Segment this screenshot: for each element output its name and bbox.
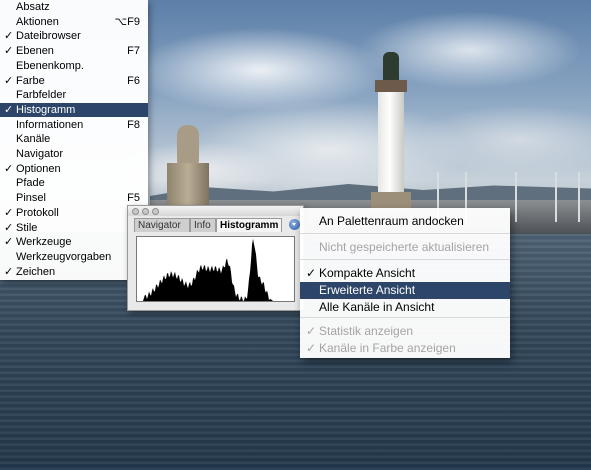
menu-item-label: Pfade [16,177,45,190]
histogram-shape [137,238,294,301]
menu-item-informationen[interactable]: Informationen F8 [0,118,148,132]
flyout-item-alle-kanäle-in-ansicht[interactable]: Alle Kanäle in Ansicht [300,299,510,316]
checkmark-icon: ✓ [306,324,317,338]
menu-item-kanäle[interactable]: Kanäle [0,132,148,146]
minimize-icon[interactable] [142,208,149,215]
window-menu: Absatz Aktionen ⌥F9 ✓ Dateibrowser ✓ Ebenen F7 E… [0,0,148,280]
menu-item-label: Werkzeuge [16,236,72,249]
menu-item-label: Absatz [16,1,50,13]
menu-item-farbfelder[interactable]: Farbfelder [0,88,148,102]
close-icon[interactable] [132,208,139,215]
menu-item-werkzeuge[interactable]: ✓ Werkzeuge [0,235,148,249]
checkmark-icon: ✓ [4,236,14,249]
tab-info[interactable]: Info [190,218,216,232]
menu-item-label: Pinsel [16,192,46,205]
menu-item-label: Aktionen [16,15,59,28]
menu-item-label: Ebenenkomp. [16,59,84,72]
checkmark-icon: ✓ [4,45,14,58]
menu-item-label: Stile [16,221,38,234]
menu-item-label: Farbe [16,74,45,87]
menu-item-pfade[interactable]: Pfade [0,176,148,190]
menu-item-label: Ebenen [16,45,54,58]
flyout-item-label: Erweiterte Ansicht [319,283,416,297]
tab-histogramm[interactable]: Histogramm [216,218,282,232]
boat-mast [555,172,557,222]
flyout-item-an-palettenraum-andocken[interactable]: An Palettenraum andocken [300,213,510,230]
flyout-item-label: Statistik anzeigen [319,324,414,338]
menu-item-label: Zeichen [16,265,56,278]
zoom-icon[interactable] [152,208,159,215]
flyout-item-kompakte-ansicht[interactable]: ✓ Kompakte Ansicht [300,265,510,282]
menu-item-ebenenkomp-[interactable]: Ebenenkomp. [0,59,148,73]
histogram-graph [137,238,294,301]
menu-item-aktionen[interactable]: Aktionen ⌥F9 [0,15,148,29]
palette-menu-icon[interactable] [289,219,300,230]
flyout-item-erweiterte-ansicht[interactable]: Erweiterte Ansicht [300,282,510,299]
menu-separator [300,259,510,260]
menu-separator [300,317,510,318]
histogram-palette: Navigator Info Histogramm [127,205,304,311]
palette-titlebar[interactable] [128,206,303,216]
menu-separator [300,233,510,234]
menu-item-label: Werkzeugvorgaben [16,250,112,263]
menu-item-shortcut: F6 [127,74,140,87]
boat-mast [515,172,517,222]
menu-item-label: Histogramm [16,103,76,116]
checkmark-icon: ✓ [306,341,317,355]
menu-item-ebenen[interactable]: ✓ Ebenen F7 [0,44,148,58]
checkmark-icon: ✓ [4,265,14,278]
menu-item-shortcut: ⌥F9 [114,15,140,28]
flyout-item-label: Alle Kanäle in Ansicht [319,300,435,314]
checkmark-icon: ✓ [4,162,14,175]
menu-item-shortcut: F8 [127,118,140,131]
palette-flyout-menu: An Palettenraum andocken Nicht gespeicher… [300,208,510,358]
flyout-item-label: Nicht gespeicherte aktualisieren [319,240,490,254]
menu-item-optionen[interactable]: ✓ Optionen [0,162,148,176]
boat-mast [578,172,580,222]
tab-navigator[interactable]: Navigator [134,218,190,232]
menu-item-shortcut: F5 [127,192,140,205]
flyout-item-nicht-gespeicherte-aktualisieren: Nicht gespeicherte aktualisieren [300,239,510,256]
menu-item-werkzeugvorgaben[interactable]: Werkzeugvorgaben [0,250,148,264]
menu-item-label: Kanäle [16,133,51,146]
histogram-display [136,236,295,302]
menu-item-label: Protokoll [16,206,59,219]
lion-statue [163,125,213,210]
menu-item-farbe[interactable]: ✓ Farbe F6 [0,74,148,88]
checkmark-icon: ✓ [4,30,14,43]
menu-item-histogramm[interactable]: ✓ Histogramm [0,102,148,117]
flyout-item-label: Kompakte Ansicht [319,266,416,280]
menu-item-navigator[interactable]: Navigator [0,147,148,161]
flyout-item-statistik-anzeigen: ✓ Statistik anzeigen [300,323,510,340]
menu-item-label: Farbfelder [16,89,67,102]
checkmark-icon: ✓ [4,206,14,219]
flyout-item-label: An Palettenraum andocken [319,214,464,228]
menu-item-label: Optionen [16,162,61,175]
menu-item-protokoll[interactable]: ✓ Protokoll [0,206,148,220]
menu-item-absatz[interactable]: Absatz [0,0,148,14]
checkmark-icon: ✓ [4,74,14,87]
checkmark-icon: ✓ [4,221,14,234]
menu-item-pinsel[interactable]: Pinsel F5 [0,191,148,205]
checkmark-icon: ✓ [306,266,317,280]
menu-item-stile[interactable]: ✓ Stile [0,221,148,235]
menu-item-label: Informationen [16,118,84,131]
menu-item-label: Dateibrowser [16,30,81,43]
menu-item-label: Navigator [16,148,64,160]
menu-item-shortcut: F7 [127,45,140,58]
lighthouse [371,52,411,212]
flyout-item-kanäle-in-farbe-anzeigen: ✓ Kanäle in Farbe anzeigen [300,340,510,357]
menu-item-dateibrowser[interactable]: ✓ Dateibrowser [0,29,148,43]
menu-item-zeichen[interactable]: ✓ Zeichen [0,265,148,279]
checkmark-icon: ✓ [4,103,14,116]
flyout-item-label: Kanäle in Farbe anzeigen [319,341,456,355]
